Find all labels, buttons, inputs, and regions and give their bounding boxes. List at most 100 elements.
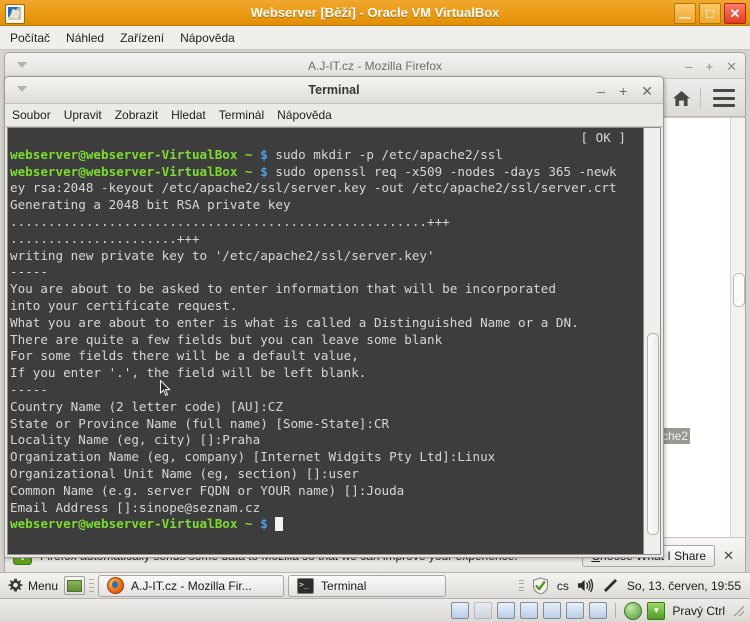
prompt-sigil-1: $ xyxy=(260,146,268,162)
close-icon: ✕ xyxy=(729,6,741,21)
firefox-icon xyxy=(107,577,125,594)
recording-icon[interactable] xyxy=(589,602,608,619)
terminal-output-line: Country Name (2 letter code) [AU]:CZ xyxy=(10,398,283,414)
terminal-window-title: Terminal xyxy=(308,83,360,97)
command-text-2a: sudo openssl req -x509 -nodes -days 365 … xyxy=(267,163,617,179)
shield-updates-icon[interactable] xyxy=(532,576,549,595)
gear-icon xyxy=(8,578,23,592)
terminal-menu-soubor[interactable]: Soubor xyxy=(12,108,51,122)
taskbar-item-terminal[interactable]: Terminal xyxy=(288,574,447,597)
host-key-icon[interactable] xyxy=(647,601,666,620)
host-key-label: Pravý Ctrl xyxy=(672,603,725,618)
terminal-screen[interactable]: [ OK ] webserver@webserver-VirtualBox ~ … xyxy=(8,128,644,554)
terminal-output-line: What you are about to enter is what is c… xyxy=(10,314,579,330)
firefox-minimize-button[interactable]: – xyxy=(685,60,692,73)
terminal-scrollbar[interactable] xyxy=(643,128,660,554)
taskbar: Menu A.J-IT.cz - Mozilla Fir... Terminal… xyxy=(0,572,750,598)
terminal-minimize-button[interactable]: – xyxy=(597,84,605,98)
terminal-output-line: Generating a 2048 bit RSA private key xyxy=(10,197,291,213)
volume-icon[interactable] xyxy=(577,578,594,593)
virtualbox-statusbar: Pravý Ctrl xyxy=(0,598,750,622)
terminal-line-command-2-wrap: ey rsa:2048 -keyout /etc/apache2/ssl/ser… xyxy=(10,180,617,196)
terminal-close-button[interactable]: ✕ xyxy=(641,84,653,98)
menu-zarizeni[interactable]: Zařízení xyxy=(120,31,164,45)
terminal-output-line: ......................+++ xyxy=(10,230,200,246)
terminal-line-command-2: webserver@webserver-VirtualBox ~ $ sudo … xyxy=(10,164,644,181)
terminal-titlebar: Terminal – + ✕ xyxy=(5,77,663,104)
usb-icon[interactable] xyxy=(497,602,516,619)
terminal-output-line: Common Name (e.g. server FQDN or YOUR na… xyxy=(10,482,405,498)
terminal-window-controls: – + ✕ xyxy=(597,77,653,104)
keyboard-layout-indicator[interactable]: cs xyxy=(557,579,569,593)
terminal-line-ok: [ OK ] xyxy=(580,130,627,145)
terminal-output-line: There are quite a few fields but you can… xyxy=(10,331,443,347)
prompt-user-host-3: webserver@webserver-VirtualBox xyxy=(10,516,238,532)
text-cursor xyxy=(275,517,284,532)
taskbar-grip[interactable] xyxy=(89,578,95,594)
harddisk-icon[interactable] xyxy=(451,602,470,619)
guest-screen: A.J-IT.cz - Mozilla Firefox – + ✕ che2 i… xyxy=(0,50,750,598)
firefox-close-button[interactable]: ✕ xyxy=(726,60,737,73)
cd-icon[interactable] xyxy=(474,602,493,619)
terminal-icon xyxy=(297,577,315,594)
page-scrollbar-thumb[interactable] xyxy=(733,273,745,307)
firefox-maximize-button[interactable]: + xyxy=(706,60,714,73)
screen: Webserver [Běží] - Oracle VM VirtualBox … xyxy=(0,0,750,622)
prompt-user-host-2: webserver@webserver-VirtualBox xyxy=(10,163,238,179)
terminal-menu-upravit[interactable]: Upravit xyxy=(64,108,102,122)
display-icon[interactable] xyxy=(566,602,585,619)
notification-close-icon[interactable]: ✕ xyxy=(723,548,737,564)
terminal-window: Terminal – + ✕ Soubor Upravit Zobrazit H… xyxy=(4,76,664,558)
show-desktop-button[interactable] xyxy=(64,576,86,595)
terminal-output-line: ........................................… xyxy=(10,213,450,229)
taskbar-item-label: A.J-IT.cz - Mozilla Fir... xyxy=(131,578,252,593)
terminal-line-prompt-current: webserver@webserver-VirtualBox ~ $ xyxy=(10,516,644,533)
terminal-output-line: Email Address []:sinope@seznam.cz xyxy=(10,499,261,515)
terminal-line-command-1: webserver@webserver-VirtualBox ~ $ sudo … xyxy=(10,147,644,164)
hamburger-menu-icon[interactable] xyxy=(713,89,735,107)
statusbar-separator xyxy=(615,603,617,618)
terminal-menu-terminal[interactable]: Terminál xyxy=(219,108,264,122)
terminal-menu-napoveda[interactable]: Nápověda xyxy=(277,108,332,122)
minimize-button[interactable]: — xyxy=(674,3,696,24)
navbar-separator xyxy=(700,88,701,108)
terminal-menubar: Soubor Upravit Zobrazit Hledat Terminál … xyxy=(5,104,663,127)
clock[interactable]: So, 13. červen, 19:55 xyxy=(627,579,741,593)
terminal-output-line: If you enter '.', the field will be left… xyxy=(10,365,367,381)
prompt-sigil-3: $ xyxy=(260,516,268,532)
page-scrollbar[interactable] xyxy=(730,118,745,537)
terminal-scrollbar-thumb[interactable] xyxy=(647,333,659,535)
menu-napoveda[interactable]: Nápověda xyxy=(180,31,235,45)
maximize-icon: □ xyxy=(706,6,714,21)
network-icon[interactable] xyxy=(520,602,539,619)
resize-grip[interactable] xyxy=(734,605,744,616)
guest-additions-icon[interactable] xyxy=(624,601,643,620)
maximize-button[interactable]: □ xyxy=(699,3,721,24)
shared-folders-icon[interactable] xyxy=(543,602,562,619)
terminal-output-line: You are about to be asked to enter infor… xyxy=(10,281,556,297)
menu-pocitac[interactable]: Počítač xyxy=(10,31,50,45)
start-menu-button[interactable]: Menu xyxy=(4,578,62,593)
terminal-output-line: Organizational Unit Name (eg, section) [… xyxy=(10,465,359,481)
terminal-maximize-button[interactable]: + xyxy=(619,84,627,98)
command-text-1: sudo mkdir -p /etc/apache2/ssl xyxy=(267,146,503,162)
terminal-output-line: ----- xyxy=(10,381,48,397)
terminal-menu-zobrazit[interactable]: Zobrazit xyxy=(115,108,158,122)
terminal-output-line: into your certificate request. xyxy=(10,297,238,313)
terminal-menu-hledat[interactable]: Hledat xyxy=(171,108,206,122)
tray-grip[interactable] xyxy=(518,579,524,593)
bluetooth-or-tool-icon[interactable] xyxy=(602,578,619,593)
close-button[interactable]: ✕ xyxy=(724,3,746,24)
home-icon[interactable] xyxy=(668,86,694,110)
mouse-pointer-icon xyxy=(160,380,171,397)
terminal-body[interactable]: [ OK ] webserver@webserver-VirtualBox ~ … xyxy=(7,127,661,555)
page-text-fragment: che2 xyxy=(660,428,691,444)
taskbar-item-firefox[interactable]: A.J-IT.cz - Mozilla Fir... xyxy=(98,574,285,597)
terminal-output-line: Organization Name (eg, company) [Interne… xyxy=(10,449,496,465)
firefox-window-controls: – + ✕ xyxy=(685,53,737,79)
terminal-output-line: ----- xyxy=(10,264,48,280)
taskbar-item-label: Terminal xyxy=(321,578,367,593)
menu-nahled[interactable]: Náhled xyxy=(66,31,104,45)
prompt-sigil-2: $ xyxy=(260,163,268,179)
